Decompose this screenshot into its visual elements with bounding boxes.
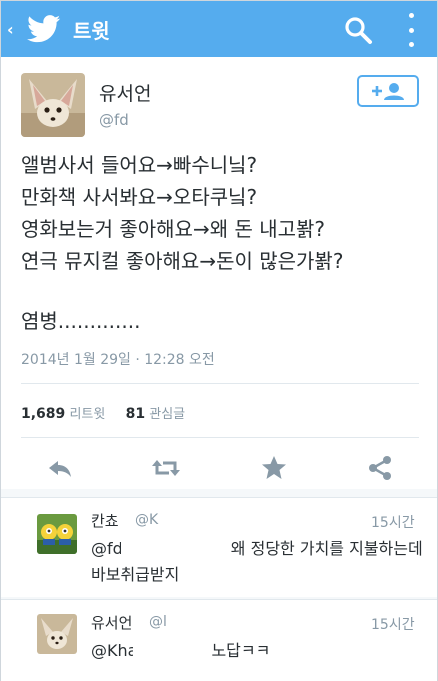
tweet-actions — [1, 449, 437, 485]
redaction — [121, 539, 205, 559]
redaction — [133, 641, 203, 661]
retweet-icon[interactable] — [151, 453, 181, 483]
divider — [21, 383, 419, 384]
twitter-bird-icon[interactable] — [27, 15, 61, 43]
retweets-label[interactable]: 리트윗 — [69, 407, 105, 422]
reply-author-handle[interactable]: @l — [149, 614, 167, 630]
follow-user-icon — [372, 83, 404, 100]
reply-author-name[interactable]: 칸쵸 — [91, 510, 119, 531]
tweet-line: 연극 뮤지컬 좋아해요→돈이 많은가봙? — [21, 249, 344, 273]
reply-item[interactable]: 유서언 @l 15시간 @Kha 노답ㅋㅋ — [1, 599, 437, 681]
overflow-menu-icon[interactable] — [403, 13, 419, 47]
back-chevron-icon[interactable]: ‹ — [7, 20, 25, 39]
cartoon-avatar-image — [37, 514, 77, 554]
tweet-detail-screen: ‹ 트윗 유서언 @fd 앨범사서 들어요→빠수니닠? 만화책 사서봐요→오타쿠… — [0, 0, 438, 681]
reply-time: 15시간 — [371, 515, 415, 531]
tweet-line: 영화보는거 좋아해요→왜 돈 내고봙? — [21, 217, 326, 241]
reply-line: 노답ㅋㅋ — [211, 641, 271, 660]
mention[interactable]: @Kha — [91, 641, 137, 660]
tweet-stats: 1,689 리트윗 81 관심글 — [21, 403, 185, 422]
retweets-count[interactable]: 1,689 — [21, 406, 65, 422]
reply-author-name[interactable]: 유서언 — [91, 612, 132, 633]
favorites-count[interactable]: 81 — [126, 406, 145, 422]
fennec-fox-avatar-image — [37, 614, 77, 654]
app-bar: ‹ 트윗 — [1, 1, 437, 57]
reply-avatar[interactable] — [37, 614, 77, 654]
tweet-line: 앨범사서 들어요→빠수니닠? — [21, 153, 258, 177]
tweet-line: 만화책 사서봐요→오타쿠닠? — [21, 185, 258, 209]
tweet-body: 앨범사서 들어요→빠수니닠? 만화책 사서봐요→오타쿠닠? 영화보는거 좋아해요… — [21, 149, 431, 337]
screen-title: 트윗 — [73, 18, 110, 43]
fennec-fox-avatar-image — [21, 73, 85, 137]
tweet-line: 염병............. — [21, 309, 141, 333]
reply-avatar[interactable] — [37, 514, 77, 554]
reply-line: 바보취급받지 — [91, 565, 180, 584]
favorite-star-icon[interactable] — [259, 453, 289, 483]
reply-line: 왜 정당한 가치를 지불하는데 — [230, 539, 423, 558]
reply-item[interactable]: 칸쵸 @K 15시간 @fd 왜 정당한 가치를 지불하는데 바보취급받지 — [1, 497, 437, 597]
divider — [21, 437, 419, 438]
main-tweet: 유서언 @fd 앨범사서 들어요→빠수니닠? 만화책 사서봐요→오타쿠닠? 영화… — [1, 57, 437, 489]
share-icon[interactable] — [365, 453, 395, 483]
search-icon[interactable] — [343, 15, 373, 45]
reply-author-handle[interactable]: @K — [135, 512, 158, 528]
favorites-label[interactable]: 관심글 — [149, 407, 185, 422]
tweet-timestamp: 2014년 1월 29일 · 12:28 오전 — [21, 352, 215, 368]
follow-button[interactable] — [357, 75, 419, 107]
reply-time: 15시간 — [371, 617, 415, 633]
redaction — [159, 512, 243, 530]
author-avatar[interactable] — [21, 73, 85, 137]
redaction — [167, 614, 231, 632]
author-handle[interactable]: @fd — [99, 111, 129, 129]
reply-icon[interactable] — [45, 453, 75, 483]
mention[interactable]: @fd — [91, 539, 123, 558]
author-name[interactable]: 유서언 — [99, 79, 151, 106]
